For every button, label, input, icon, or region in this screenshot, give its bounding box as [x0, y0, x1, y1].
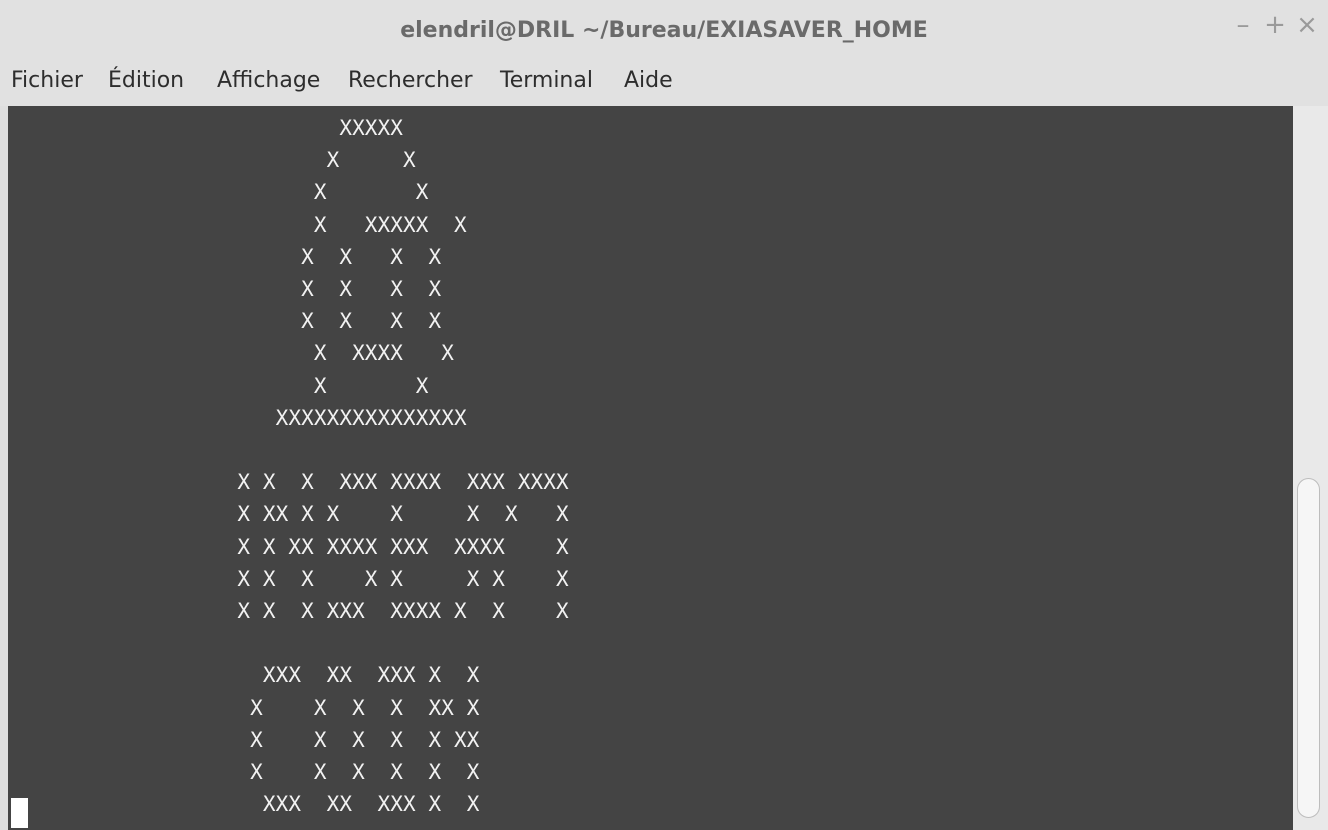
close-button[interactable]: ×: [1292, 10, 1322, 40]
window-title: elendril@DRIL ~/Bureau/EXIASAVER_HOME: [400, 18, 928, 43]
menu-affichage[interactable]: Affichage: [217, 56, 320, 106]
terminal-window: elendril@DRIL ~/Bureau/EXIASAVER_HOME – …: [0, 0, 1328, 830]
minimize-button[interactable]: –: [1228, 10, 1258, 40]
terminal-output: XXXXX X X X X X XXXXX X X X X X X X X X: [237, 116, 569, 817]
maximize-button[interactable]: +: [1260, 10, 1290, 40]
menu-terminal[interactable]: Terminal: [500, 56, 593, 106]
menu-edition[interactable]: Édition: [108, 56, 184, 106]
menu-rechercher[interactable]: Rechercher: [348, 56, 473, 106]
menu-fichier[interactable]: Fichier: [11, 56, 83, 106]
scrollbar-thumb[interactable]: [1297, 478, 1320, 818]
menu-aide[interactable]: Aide: [624, 56, 673, 106]
title-bar[interactable]: elendril@DRIL ~/Bureau/EXIASAVER_HOME – …: [0, 0, 1328, 56]
terminal-area[interactable]: XXXXX X X X X X XXXXX X X X X X X X X X: [8, 106, 1293, 830]
block-cursor-icon: [11, 798, 28, 828]
menu-bar: Fichier Édition Affichage Rechercher Ter…: [0, 56, 1328, 106]
